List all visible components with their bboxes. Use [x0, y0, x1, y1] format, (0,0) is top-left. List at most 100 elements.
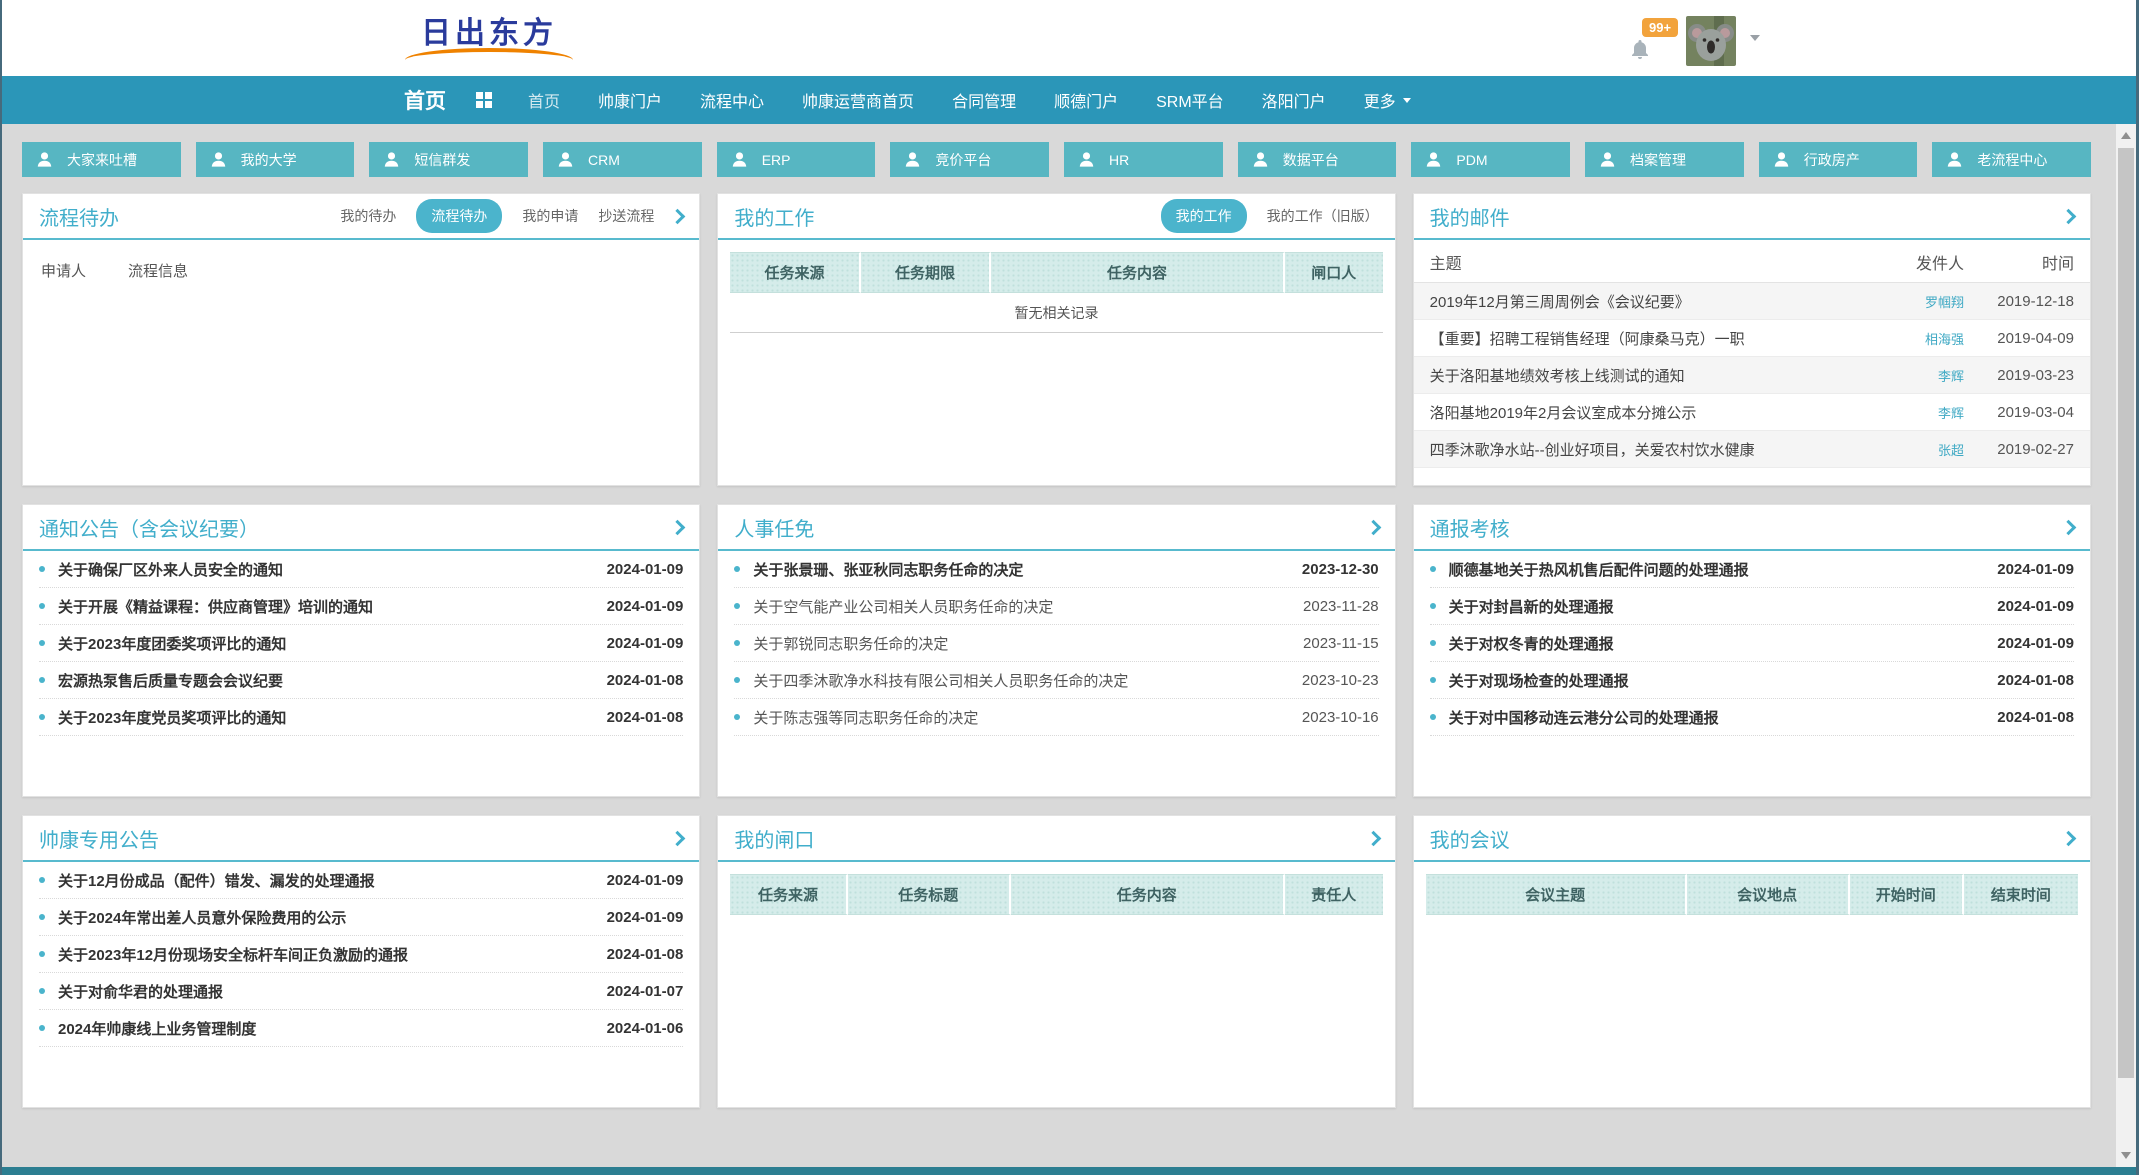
column-label-process-info: 流程信息 [128, 260, 188, 281]
quick-link-legacy-process[interactable]: 老流程中心 [1932, 142, 2091, 177]
quick-link-university[interactable]: 我的大学 [196, 142, 355, 177]
person-icon [1945, 150, 1964, 169]
avatar[interactable] [1686, 16, 1736, 66]
quick-link-admin-property[interactable]: 行政房产 [1759, 142, 1918, 177]
chevron-right-icon[interactable] [1365, 830, 1381, 846]
personnel-item[interactable]: 关于张景珊、张亚秋同志职务任命的决定2023-12-30 [734, 551, 1378, 588]
nav-item-operator-home[interactable]: 帅康运营商首页 [802, 88, 914, 112]
chevron-right-icon[interactable] [2061, 830, 2077, 846]
panel-process-todo: 流程待办 我的待办 流程待办 我的申请 抄送流程 申请人 流程信息 [22, 193, 700, 486]
personnel-item[interactable]: 关于空气能产业公司相关人员职务任命的决定2023-11-28 [734, 588, 1378, 625]
quick-link-pdm[interactable]: PDM [1411, 142, 1570, 177]
bullet-icon [39, 951, 45, 957]
quick-link-tucao[interactable]: 大家来吐槽 [22, 142, 181, 177]
chevron-right-icon[interactable] [670, 519, 686, 535]
shuaikang-item[interactable]: 2024年帅康线上业务管理制度2024-01-06 [39, 1010, 683, 1047]
quick-link-erp[interactable]: ERP [717, 142, 876, 177]
chevron-right-icon[interactable] [2061, 519, 2077, 535]
panel-shuaikang-notices: 帅康专用公告 关于12月份成品（配件）错发、漏发的处理通报2024-01-09 … [22, 815, 700, 1108]
bullet-icon [39, 566, 45, 572]
scrollbar-thumb[interactable] [2118, 148, 2134, 1078]
bottom-bar [0, 1167, 2139, 1175]
notifications-button[interactable]: 99+ [1628, 16, 1658, 66]
bell-icon [1628, 38, 1652, 62]
quick-link-hr[interactable]: HR [1064, 142, 1223, 177]
report-item[interactable]: 关于对权冬青的处理通报2024-01-09 [1430, 625, 2074, 662]
table-header: 任务来源 [730, 874, 847, 915]
bullet-icon [39, 1025, 45, 1031]
quick-link-crm[interactable]: CRM [543, 142, 702, 177]
table-header: 结束时间 [1964, 874, 2078, 915]
mail-col-subject: 主题 [1430, 250, 1852, 274]
panel-notices: 通知公告（含会议纪要） 关于确保厂区外来人员安全的通知2024-01-09 关于… [22, 504, 700, 797]
nav-item-shuaikang-portal[interactable]: 帅康门户 [598, 88, 662, 112]
empty-records-message: 暂无相关记录 [730, 293, 1382, 333]
mail-row[interactable]: 洛阳基地2019年2月会议室成本分摊公示 李辉 2019-03-04 [1414, 394, 2090, 431]
nav-item-srm[interactable]: SRM平台 [1156, 88, 1224, 112]
personnel-item[interactable]: 关于四季沐歌净水科技有限公司相关人员职务任命的决定2023-10-23 [734, 662, 1378, 699]
nav-item-luoyang-portal[interactable]: 洛阳门户 [1262, 88, 1326, 112]
table-header: 任务来源 [730, 252, 860, 293]
report-item[interactable]: 关于对中国移动连云港分公司的处理通报2024-01-08 [1430, 699, 2074, 736]
bullet-icon [39, 988, 45, 994]
scroll-down-arrow-icon[interactable] [2116, 1145, 2136, 1165]
tab-cc-process[interactable]: 抄送流程 [598, 206, 654, 226]
bullet-icon [734, 566, 740, 572]
bullet-icon [734, 603, 740, 609]
chevron-right-icon[interactable] [1365, 519, 1381, 535]
shuaikang-item[interactable]: 关于2023年12月份现场安全标杆车间正负激励的通报2024-01-08 [39, 936, 683, 973]
person-icon [382, 150, 401, 169]
report-item[interactable]: 关于对现场检查的处理通报2024-01-08 [1430, 662, 2074, 699]
personnel-item[interactable]: 关于郭锐同志职务任命的决定2023-11-15 [734, 625, 1378, 662]
notice-item[interactable]: 宏源热泵售后质量专题会会议纪要2024-01-08 [39, 662, 683, 699]
tab-my-todo[interactable]: 我的待办 [340, 206, 396, 226]
notice-item[interactable]: 关于确保厂区外来人员安全的通知2024-01-09 [39, 551, 683, 588]
quick-link-data-platform[interactable]: 数据平台 [1238, 142, 1397, 177]
nav-item-more[interactable]: 更多 [1364, 88, 1411, 112]
bullet-icon [39, 914, 45, 920]
mail-row[interactable]: 【重要】招聘工程销售经理（阿康桑马克）一职 相海强 2019-04-09 [1414, 320, 2090, 357]
nav-item-shunde-portal[interactable]: 顺德门户 [1054, 88, 1118, 112]
panel-personnel: 人事任免 关于张景珊、张亚秋同志职务任命的决定2023-12-30 关于空气能产… [717, 504, 1395, 797]
tab-my-work[interactable]: 我的工作 [1161, 199, 1247, 233]
dashboard-grid: 流程待办 我的待办 流程待办 我的申请 抄送流程 申请人 流程信息 我的工作 我… [22, 193, 2091, 1108]
report-item[interactable]: 顺德基地关于热风机售后配件问题的处理通报2024-01-09 [1430, 551, 2074, 588]
panel-title: 帅康专用公告 [39, 824, 159, 853]
vertical-scrollbar[interactable] [2116, 124, 2136, 1167]
panel-title: 我的闸口 [734, 824, 814, 853]
tab-process-todo[interactable]: 流程待办 [416, 199, 502, 233]
chevron-right-icon[interactable] [670, 208, 686, 224]
chevron-right-icon[interactable] [670, 830, 686, 846]
shuaikang-item[interactable]: 关于对俞华君的处理通报2024-01-07 [39, 973, 683, 1010]
personnel-item[interactable]: 关于陈志强等同志职务任命的决定2023-10-16 [734, 699, 1378, 736]
shuaikang-item[interactable]: 关于2024年常出差人员意外保险费用的公示2024-01-09 [39, 899, 683, 936]
company-logo[interactable]: 日出东方 [404, 8, 574, 72]
quick-link-bidding[interactable]: 竞价平台 [890, 142, 1049, 177]
mail-row[interactable]: 2019年12月第三周周例会《会议纪要》 罗帼翔 2019-12-18 [1414, 283, 2090, 320]
mail-row[interactable]: 关于洛阳基地绩效考核上线测试的通知 李辉 2019-03-23 [1414, 357, 2090, 394]
quick-link-archives[interactable]: 档案管理 [1585, 142, 1744, 177]
notification-badge: 99+ [1642, 18, 1678, 37]
nav-home-title[interactable]: 首页 [404, 85, 446, 115]
report-item[interactable]: 关于对封昌新的处理通报2024-01-09 [1430, 588, 2074, 625]
panel-title: 通报考核 [1430, 513, 1510, 542]
notice-item[interactable]: 关于2023年度党员奖项评比的通知2024-01-08 [39, 699, 683, 736]
profile-dropdown-caret-icon[interactable] [1750, 35, 1760, 46]
notice-item[interactable]: 关于2023年度团委奖项评比的通知2024-01-09 [39, 625, 683, 662]
nav-item-home[interactable]: 首页 [528, 88, 560, 112]
nav-item-contract-mgmt[interactable]: 合同管理 [952, 88, 1016, 112]
mail-row[interactable]: 四季沐歌净水站--创业好项目，关爱农村饮水健康 张超 2019-02-27 [1414, 431, 2090, 468]
tab-my-applications[interactable]: 我的申请 [522, 206, 578, 226]
chevron-right-icon[interactable] [2061, 208, 2077, 224]
quick-link-sms[interactable]: 短信群发 [369, 142, 528, 177]
tab-my-work-legacy[interactable]: 我的工作（旧版） [1267, 206, 1379, 226]
nav-item-process-center[interactable]: 流程中心 [700, 88, 764, 112]
panel-reports: 通报考核 顺德基地关于热风机售后配件问题的处理通报2024-01-09 关于对封… [1413, 504, 2091, 797]
apps-grid-icon[interactable] [476, 92, 492, 108]
scroll-up-arrow-icon[interactable] [2116, 126, 2136, 146]
bullet-icon [734, 714, 740, 720]
table-header: 任务内容 [1011, 874, 1285, 915]
notice-item[interactable]: 关于开展《精益课程：供应商管理》培训的通知2024-01-09 [39, 588, 683, 625]
table-header: 任务标题 [848, 874, 1011, 915]
shuaikang-item[interactable]: 关于12月份成品（配件）错发、漏发的处理通报2024-01-09 [39, 862, 683, 899]
